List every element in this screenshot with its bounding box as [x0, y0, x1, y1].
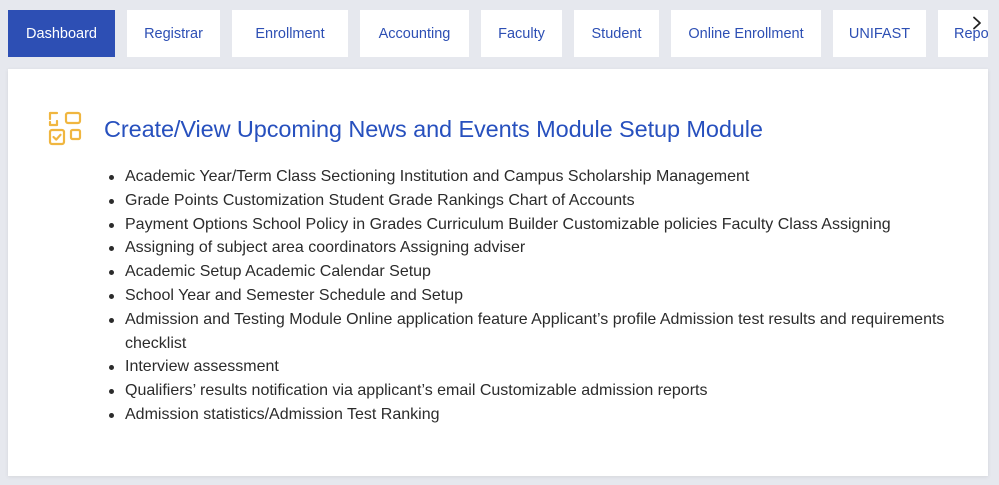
chevron-right-icon — [973, 16, 981, 30]
feature-item: Assigning of subject area coordinators A… — [109, 236, 945, 260]
module-panel: Create/View Upcoming News and Events Mod… — [8, 69, 988, 476]
feature-item: Grade Points Customization Student Grade… — [109, 189, 945, 213]
tabs-next-button[interactable] — [967, 13, 987, 33]
feature-item: Qualifiers’ results notification via app… — [109, 379, 945, 403]
tab-unifast[interactable]: UNIFAST — [833, 10, 926, 57]
tab-online-enrollment[interactable]: Online Enrollment — [671, 10, 821, 57]
tab-track: Dashboard Registrar Enrollment Accountin… — [8, 10, 988, 57]
tab-accounting[interactable]: Accounting — [360, 10, 469, 57]
feature-item: Admission and Testing Module Online appl… — [109, 308, 945, 356]
top-navigation-tabs: Dashboard Registrar Enrollment Accountin… — [8, 10, 988, 57]
feature-item: Academic Setup Academic Calendar Setup — [109, 260, 945, 284]
apps-grid-check-icon — [48, 111, 82, 146]
tab-student[interactable]: Student — [574, 10, 659, 57]
feature-item: Academic Year/Term Class Sectioning Inst… — [109, 165, 945, 189]
feature-list: Academic Year/Term Class Sectioning Inst… — [109, 165, 945, 427]
feature-item: Interview assessment — [109, 355, 945, 379]
feature-item: Admission statistics/Admission Test Rank… — [109, 403, 945, 427]
feature-item: Payment Options School Policy in Grades … — [109, 213, 945, 237]
feature-item: School Year and Semester Schedule and Se… — [109, 284, 945, 308]
module-title: Create/View Upcoming News and Events Mod… — [104, 115, 763, 142]
tab-registrar[interactable]: Registrar — [127, 10, 220, 57]
tab-enrollment[interactable]: Enrollment — [232, 10, 348, 57]
module-header: Create/View Upcoming News and Events Mod… — [47, 110, 763, 148]
tab-dashboard[interactable]: Dashboard — [8, 10, 115, 57]
tab-faculty[interactable]: Faculty — [481, 10, 562, 57]
